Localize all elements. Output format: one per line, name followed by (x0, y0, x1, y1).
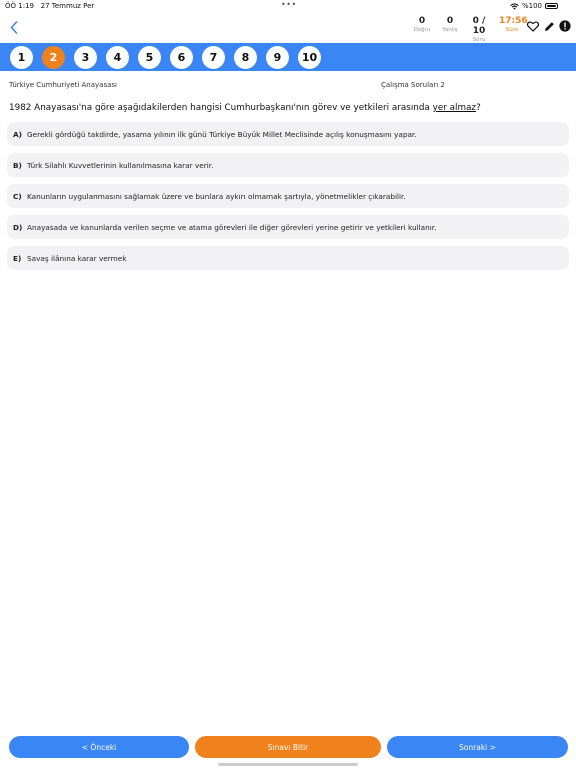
question-text-end: ? (476, 103, 481, 113)
stat-wrong: 0 Yanlış (440, 16, 460, 33)
option-letter: A) (13, 129, 22, 139)
status-right: %100 (510, 2, 558, 10)
option-letter: B) (13, 160, 22, 170)
status-time: ÖÖ 1:19 27 Temmuz Per (5, 2, 94, 10)
finish-exam-button[interactable]: Sınavı Bitir (195, 736, 381, 758)
nav-actions (527, 20, 571, 32)
stat-time: 17:56 Süre (499, 16, 528, 33)
alert-icon (559, 20, 571, 32)
stat-question-value: 0 / 10 (472, 16, 486, 36)
option-text: Anayasada ve kanunlarda verilen seçme ve… (27, 222, 437, 232)
question-text-main: 1982 Anayasası'na göre aşağıdakilerden h… (9, 103, 433, 113)
option-text: Gerekli gördüğü takdirde, yasama yılının… (27, 129, 417, 139)
next-button[interactable]: Sonraki > (387, 736, 568, 758)
option-a[interactable]: A) Gerekli gördüğü takdirde, yasama yılı… (7, 122, 569, 146)
question-number-1[interactable]: 1 (10, 45, 33, 69)
stat-correct-label: Doğru (413, 27, 431, 33)
question-navigator: 1 2 3 4 5 6 7 8 9 10 (0, 43, 576, 71)
stat-wrong-value: 0 (446, 16, 454, 26)
question-number-10[interactable]: 10 (298, 45, 321, 69)
question-number-9[interactable]: 9 (266, 45, 289, 69)
multitask-dots-icon[interactable]: ••• (281, 0, 297, 9)
question-number-4[interactable]: 4 (106, 45, 129, 69)
footer-actions: < Önceki Sınavı Bitir Sonraki > (0, 736, 576, 760)
option-c[interactable]: C) Kanunların uygulanmasını sağlamak üze… (7, 184, 569, 208)
favorite-button[interactable] (527, 20, 539, 32)
option-letter: C) (13, 191, 22, 201)
status-clock: ÖÖ 1:19 (5, 2, 34, 10)
report-button[interactable] (559, 20, 571, 32)
chevron-left-icon (10, 20, 18, 34)
heart-icon (527, 20, 539, 32)
status-bar: ÖÖ 1:19 27 Temmuz Per ••• %100 (0, 0, 576, 12)
question-number-7[interactable]: 7 (202, 45, 225, 69)
stat-wrong-label: Yanlış (442, 27, 458, 33)
option-text: Savaş ilânına karar vermek (27, 253, 127, 263)
battery-icon (545, 3, 558, 9)
status-date: 27 Temmuz Per (40, 2, 95, 10)
question-number-2[interactable]: 2 (42, 45, 65, 69)
question-text: 1982 Anayasası'na göre aşağıdakilerden h… (9, 103, 567, 113)
stat-question: 0 / 10 Soru (465, 16, 493, 43)
question-number-5[interactable]: 5 (138, 45, 161, 69)
back-button[interactable] (6, 18, 22, 36)
option-e[interactable]: E) Savaş ilânına karar vermek (7, 246, 569, 270)
option-letter: E) (13, 253, 22, 263)
home-indicator[interactable] (218, 763, 358, 766)
option-text: Türk Silahlı Kuvvetlerinin kullanılmasın… (27, 160, 214, 170)
pencil-icon (544, 21, 554, 31)
subject-label: Türkiye Cumhuriyeti Anayasası (9, 81, 117, 89)
stat-correct-value: 0 (418, 16, 426, 26)
question-number-8[interactable]: 8 (234, 45, 257, 69)
edit-button[interactable] (543, 20, 555, 32)
question-number-6[interactable]: 6 (170, 45, 193, 69)
option-letter: D) (13, 222, 23, 232)
question-text-emphasis: yer almaz (432, 103, 477, 113)
stat-correct: 0 Doğru (412, 16, 432, 33)
option-text: Kanunların uygulanmasını sağlamak üzere … (27, 191, 406, 201)
question-number-3[interactable]: 3 (74, 45, 97, 69)
option-d[interactable]: D) Anayasada ve kanunlarda verilen seçme… (7, 215, 569, 239)
wifi-icon (510, 2, 519, 10)
answer-options: A) Gerekli gördüğü takdirde, yasama yılı… (7, 122, 569, 277)
set-label: Çalışma Soruları 2 (381, 81, 445, 89)
battery-percent: %100 (521, 2, 542, 10)
previous-button[interactable]: < Önceki (9, 736, 189, 758)
top-nav: 0 Doğru 0 Yanlış 0 / 10 Soru 17:56 Süre (0, 12, 576, 43)
stat-time-value: 17:56 (499, 16, 528, 26)
stat-time-label: Süre (505, 27, 519, 33)
option-b[interactable]: B) Türk Silahlı Kuvvetlerinin kullanılma… (7, 153, 569, 177)
